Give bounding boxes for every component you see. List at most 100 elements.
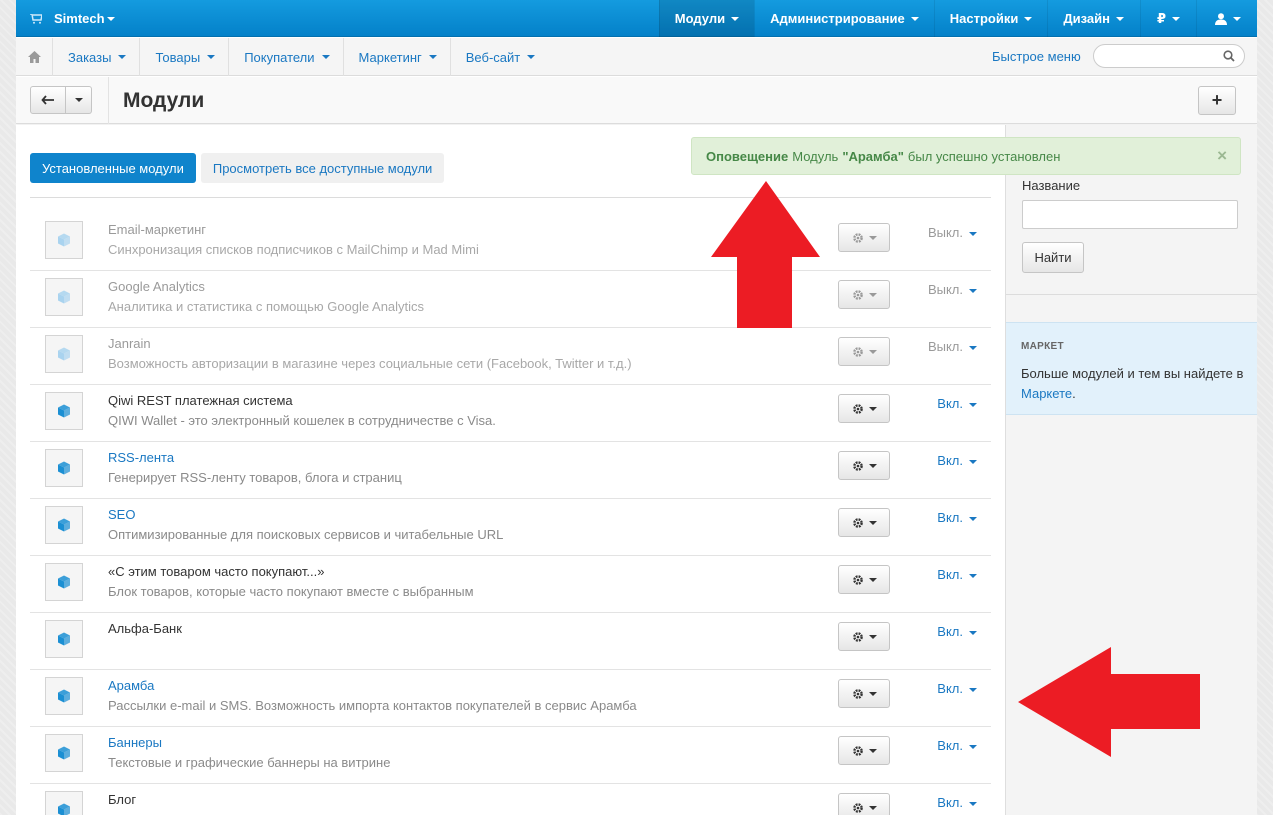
home-link[interactable] [16,38,53,76]
module-cube-icon [58,233,70,247]
brand[interactable]: Simtech [30,0,115,37]
module-name[interactable]: Email-маркетинг [108,222,206,237]
back-button[interactable] [30,86,66,114]
module-name[interactable]: Баннеры [108,735,162,750]
notification: Оповещение Модуль "Арамба" был успешно у… [691,137,1241,175]
module-status-toggle[interactable]: Вкл. [937,567,977,582]
module-settings-button[interactable] [838,565,890,594]
status-label: Вкл. [937,510,963,525]
module-cube-icon [58,461,70,475]
tab-installed[interactable]: Установленные модули [30,153,196,183]
subnav-website[interactable]: Веб-сайт [451,38,548,76]
module-status-toggle[interactable]: Вкл. [937,681,977,696]
module-status-toggle[interactable]: Вкл. [937,738,977,753]
find-button[interactable]: Найти [1022,242,1084,273]
module-icon-box [45,221,83,259]
module-settings-button[interactable] [838,793,890,815]
subnav-customers[interactable]: Покупатели [229,38,344,76]
module-description: QIWI Wallet - это электронный кошелек в … [108,413,496,428]
user-icon [1215,12,1227,25]
filter-name-input[interactable] [1022,200,1238,229]
table-row: Janrain Возможность авторизации в магазин… [30,328,991,385]
module-cube-icon [58,803,70,815]
module-icon-box [45,620,83,658]
module-settings-button[interactable] [838,679,890,708]
chevron-down-icon [731,16,740,21]
nav-currency[interactable]: ₽ [1139,0,1196,37]
subnav-products[interactable]: Товары [140,38,230,76]
nav-user[interactable] [1196,0,1257,37]
module-settings-button[interactable] [838,736,890,765]
market-link[interactable]: Маркете [1021,386,1072,401]
filter-name-label: Название [1022,178,1081,193]
module-cube-icon [58,404,70,418]
module-status-toggle[interactable]: Вкл. [937,453,977,468]
subnav-marketing[interactable]: Маркетинг [344,38,451,76]
divider [108,77,109,124]
subnav-label: Товары [155,49,201,65]
module-icon-box [45,392,83,430]
chevron-down-icon [969,573,977,578]
module-icon-box [45,278,83,316]
status-label: Вкл. [937,396,963,411]
module-settings-button[interactable] [838,508,890,537]
module-icon-box [45,449,83,487]
home-icon [27,51,41,63]
module-status-toggle[interactable]: Вкл. [937,624,977,639]
red-arrow-left-icon [1018,647,1200,757]
nav-modules[interactable]: Модули [658,0,755,37]
subnav-label: Заказы [68,49,112,65]
gear-icon [852,403,863,414]
module-status-toggle[interactable]: Вкл. [937,795,977,810]
module-status-toggle[interactable]: Выкл. [928,225,977,240]
nav-label: ₽ [1156,10,1166,26]
chevron-down-icon [868,235,877,240]
market-text: Больше модулей и тем вы найдете в Маркет… [1021,364,1246,404]
subnav-orders[interactable]: Заказы [53,38,141,76]
subnav-label: Покупатели [244,49,315,65]
search-icon[interactable] [1223,50,1235,62]
chevron-down-icon [1233,16,1241,21]
back-dropdown-button[interactable] [66,86,92,114]
module-settings-button[interactable] [838,280,890,309]
module-description: Генерирует RSS-ленту товаров, блога и ст… [108,470,402,485]
modules-list: Email-маркетинг Синхронизация списков под… [30,214,991,815]
gear-icon [852,289,863,300]
module-settings-button[interactable] [838,394,890,423]
chevron-down-icon [910,16,919,21]
module-settings-button[interactable] [838,622,890,651]
sub-nav: Заказы Товары Покупатели Маркетинг Веб-с… [16,38,1257,76]
chevron-down-icon [868,805,877,810]
module-status-toggle[interactable]: Выкл. [928,339,977,354]
module-name[interactable]: RSS-лента [108,450,174,465]
nav-design[interactable]: Дизайн [1047,0,1140,37]
module-name[interactable]: Арамба [108,678,154,693]
quick-menu-link[interactable]: Быстрое меню [992,49,1081,64]
store-name: Simtech [54,11,105,26]
module-name[interactable]: SEO [108,507,135,522]
chevron-down-icon [868,634,877,639]
module-status-toggle[interactable]: Вкл. [937,510,977,525]
gear-icon [852,460,863,471]
module-status-toggle[interactable]: Вкл. [937,396,977,411]
status-label: Выкл. [927,225,963,240]
nav-settings[interactable]: Настройки [933,0,1048,37]
module-settings-button[interactable] [838,337,890,366]
nav-administration[interactable]: Администрирование [754,0,934,37]
chevron-down-icon [969,630,977,635]
tab-all-available[interactable]: Просмотреть все доступные модули [200,153,445,183]
notification-module: "Арамба" [842,148,904,164]
module-settings-button[interactable] [838,451,890,480]
table-row: «С этим товаром часто покупают...» Блок т… [30,556,991,613]
module-name: Альфа-Банк [108,621,182,636]
module-status-toggle[interactable]: Выкл. [928,282,977,297]
search-input[interactable] [1104,45,1224,67]
title-bar: Модули + [16,77,1257,124]
status-label: Вкл. [937,738,963,753]
cart-icon [30,13,42,24]
module-icon-box [45,734,83,772]
add-button[interactable]: + [1198,86,1236,115]
module-settings-button[interactable] [838,223,890,252]
close-icon[interactable]: × [1217,146,1227,166]
chevron-down-icon [969,744,977,749]
